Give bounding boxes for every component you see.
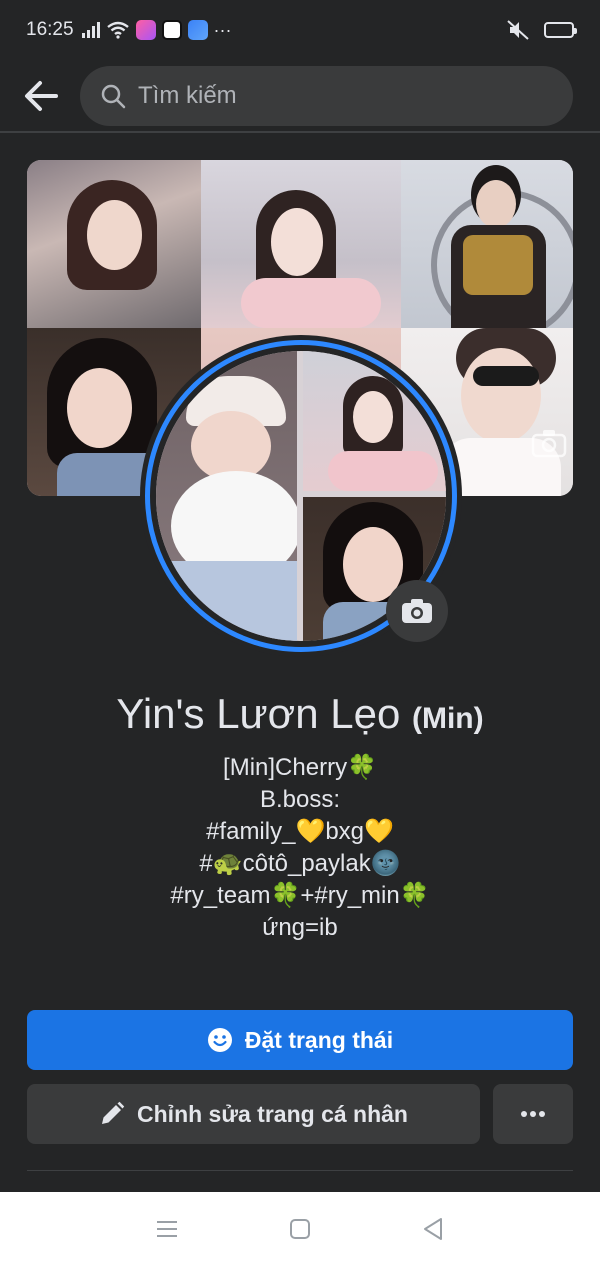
more-dots-icon — [521, 1111, 545, 1117]
system-back-button[interactable] — [403, 1199, 463, 1259]
bio-line: #family_💛bxg💛 — [206, 818, 394, 845]
smiley-icon — [207, 1028, 232, 1052]
camera-icon — [531, 430, 567, 458]
section-divider — [27, 1170, 573, 1171]
back-arrow-icon — [25, 81, 58, 111]
bio-line: ứng=ib — [262, 914, 338, 941]
home-square-icon — [289, 1219, 310, 1239]
avatar-photo-tile — [156, 351, 297, 641]
edit-profile-label: Chỉnh sửa trang cá nhân — [137, 1100, 408, 1127]
mute-icon — [507, 20, 529, 40]
back-triangle-icon — [424, 1218, 443, 1240]
header: Tìm kiếm — [0, 60, 600, 132]
header-divider — [0, 131, 600, 133]
menu-lines-icon — [156, 1221, 177, 1237]
more-indicator: ··· — [213, 19, 232, 40]
app-icon — [187, 20, 208, 40]
profile-alternate-name: (Min) — [411, 702, 484, 735]
wifi-icon — [106, 21, 129, 39]
bio-line: B.boss: — [259, 786, 341, 813]
search-icon — [101, 84, 126, 109]
profile-name-text: Yin's Lươn Lẹo — [116, 690, 401, 737]
set-status-label: Đặt trạng thái — [244, 1026, 394, 1053]
cover-photo-tile — [201, 160, 401, 328]
cover-photo-tile — [27, 160, 201, 328]
profile-bio: [Min]Cherry🍀 B.boss: #family_💛bxg💛 #🐢côt… — [0, 752, 600, 944]
home-button[interactable] — [270, 1199, 330, 1259]
status-time: 16:25 — [26, 19, 74, 40]
recent-apps-button[interactable] — [137, 1199, 197, 1259]
pencil-icon — [102, 1101, 125, 1124]
more-options-button[interactable] — [493, 1084, 573, 1144]
avatar-camera-button[interactable] — [386, 580, 448, 642]
cover-photo-camera-button[interactable] — [530, 427, 568, 459]
back-button[interactable] — [0, 66, 80, 126]
system-nav-bar — [0, 1192, 600, 1266]
search-placeholder: Tìm kiếm — [138, 82, 237, 109]
signal-icon — [81, 22, 100, 38]
capcut-icon — [161, 20, 182, 40]
edit-profile-button[interactable]: Chỉnh sửa trang cá nhân — [27, 1084, 480, 1144]
status-icons-right: 58 — [506, 19, 577, 41]
cover-photo-tile — [401, 160, 573, 328]
camera-icon — [402, 599, 432, 623]
bio-line: #ry_team🍀+#ry_min🍀 — [170, 882, 430, 909]
set-status-button[interactable]: Đặt trạng thái — [27, 1010, 573, 1070]
search-input[interactable]: Tìm kiếm — [80, 66, 573, 126]
app-notification-icon — [135, 20, 156, 40]
profile-name: Yin's Lươn Lẹo (Min) — [0, 690, 600, 738]
status-icons-left: ··· — [81, 19, 232, 41]
status-bar: 16:25 ··· 58 — [0, 0, 600, 60]
bio-line: #🐢côtô_paylak🌚 — [199, 850, 401, 877]
battery-icon: 58 — [544, 22, 577, 38]
avatar-photo-tile — [303, 351, 446, 491]
bio-line: [Min]Cherry🍀 — [223, 754, 377, 781]
